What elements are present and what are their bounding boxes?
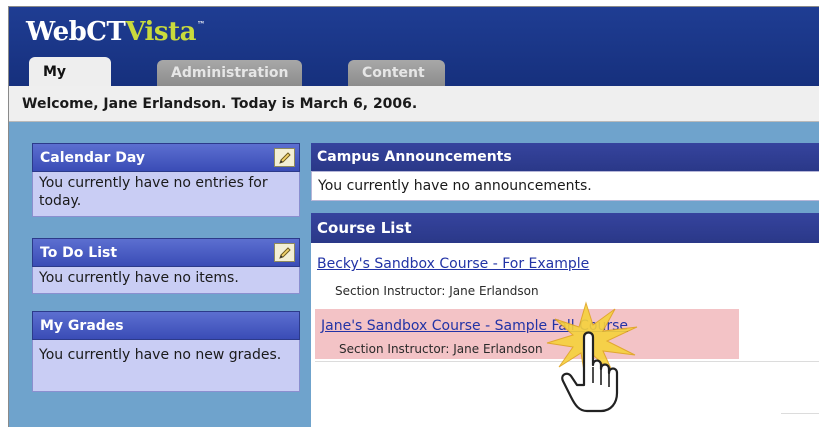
highlighted-course-row[interactable]: Jane's Sandbox Course - Sample Fall Cour… <box>315 309 739 359</box>
course-link-becky[interactable]: Becky's Sandbox Course - For Example <box>317 256 589 272</box>
calendar-day-title: Calendar Day <box>40 150 145 166</box>
tab-my-webct[interactable]: My WebCT <box>29 57 112 110</box>
course-item: Becky's Sandbox Course - For Example <box>317 256 589 272</box>
campus-announcements-body: You currently have no announcements. <box>311 171 819 201</box>
tab-content-manager[interactable]: Content Manager <box>348 60 446 107</box>
my-grades-header: My Grades <box>32 311 300 340</box>
panel-gap <box>311 201 819 213</box>
header: WebCTVista™ My WebCT Administration Cont… <box>9 7 819 110</box>
campus-announcements-header: Campus Announcements <box>311 143 819 171</box>
hand-pointer-icon <box>541 297 651 417</box>
todo-list-panel: To Do List You currently have no items. <box>32 238 300 294</box>
pencil-icon[interactable] <box>274 148 295 167</box>
tab-administration[interactable]: Administration <box>157 60 303 86</box>
my-grades-title: My Grades <box>40 318 124 334</box>
my-grades-panel: My Grades You currently have no new grad… <box>32 311 300 392</box>
divider <box>781 413 819 414</box>
webct-vista-logo: WebCTVista™ <box>26 17 205 47</box>
course-instructor: Section Instructor: Jane Erlandson <box>335 284 539 298</box>
todo-list-title: To Do List <box>40 245 118 261</box>
todo-list-body: You currently have no items. <box>32 267 300 294</box>
my-grades-body: You currently have no new grades. <box>32 340 300 392</box>
course-instructor: Section Instructor: Jane Erlandson <box>339 342 543 356</box>
course-list-header: Course List <box>311 213 819 243</box>
welcome-message: Welcome, Jane Erlandson. Today is March … <box>9 86 819 122</box>
app-frame: WebCTVista™ My WebCT Administration Cont… <box>8 6 819 427</box>
calendar-day-header: Calendar Day <box>32 143 300 172</box>
calendar-day-body: You currently have no entries for today. <box>32 172 300 217</box>
todo-list-header: To Do List <box>32 238 300 267</box>
pencil-icon[interactable] <box>274 243 295 262</box>
calendar-day-panel: Calendar Day You currently have no entri… <box>32 143 300 217</box>
